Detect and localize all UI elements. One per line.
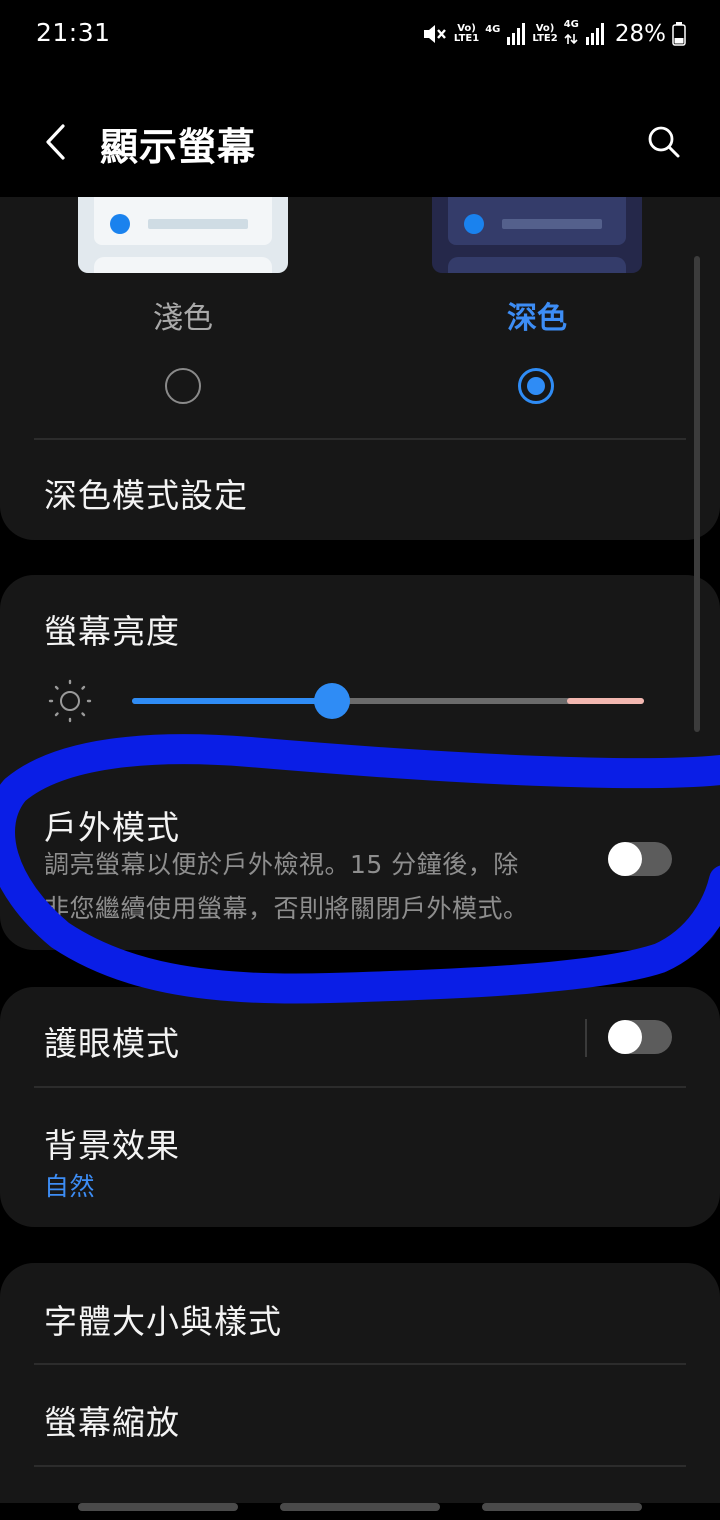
sun-icon [48, 679, 92, 723]
slider-extra-range [567, 698, 644, 704]
dark-theme-label: 深色 [507, 301, 567, 336]
dark-mode-settings-item[interactable]: 深色模式設定 [44, 469, 248, 517]
background-effect-title[interactable]: 背景效果 [44, 1119, 180, 1167]
page-title: 顯示螢幕 [100, 125, 257, 169]
signal-icon [507, 23, 526, 45]
search-icon [648, 126, 680, 158]
back-button[interactable] [30, 114, 80, 170]
brightness-title: 螢幕亮度 [44, 612, 180, 651]
search-button[interactable] [636, 114, 692, 170]
light-theme-label: 淺色 [153, 301, 213, 336]
outdoor-mode-toggle[interactable] [608, 842, 672, 876]
dark-theme-radio[interactable] [518, 368, 554, 404]
signal-icon [585, 23, 604, 45]
chevron-left-icon [46, 124, 65, 160]
outdoor-mode-title: 戶外模式 [44, 808, 180, 847]
sim1-volte: Vo) LTE1 [453, 23, 480, 44]
slider-fill [132, 698, 332, 704]
back-nav-button[interactable] [482, 1503, 642, 1511]
divider [34, 1363, 686, 1365]
status-time: 21:31 [36, 18, 111, 47]
slider-thumb[interactable] [313, 683, 350, 719]
sim2-volte: Vo) LTE2 [532, 23, 558, 44]
outdoor-mode-description: 調亮螢幕以便於戶外檢視。15 分鐘後，除 非您繼續使用螢幕，否則將關閉戶外模式。 [44, 850, 529, 923]
divider [34, 1465, 686, 1467]
dark-theme-preview[interactable] [432, 197, 642, 273]
light-theme-preview[interactable] [78, 197, 288, 273]
font-size-style-item[interactable]: 字體大小與樣式 [44, 1295, 282, 1343]
data-arrows-icon [564, 33, 578, 44]
battery-level: 28% [614, 21, 666, 47]
battery-icon [672, 22, 686, 46]
light-theme-radio[interactable] [165, 368, 201, 404]
eye-comfort-toggle[interactable] [608, 1020, 672, 1054]
screen-zoom-item[interactable]: 螢幕縮放 [44, 1396, 180, 1444]
eye-comfort-card: 護眼模式 背景效果 自然 [0, 987, 720, 1227]
scrollbar[interactable] [694, 256, 700, 732]
sim2-network: 4G [564, 19, 579, 49]
background-effect-value: 自然 [44, 1172, 96, 1201]
recents-button[interactable] [78, 1503, 238, 1511]
divider [34, 1086, 686, 1088]
font-card: 字體大小與樣式 螢幕縮放 [0, 1263, 720, 1503]
brightness-card: 螢幕亮度 戶外模式 調亮螢幕以便於戶外檢視。15 分鐘後，除 非您繼續使用螢幕，… [0, 575, 720, 950]
vertical-separator [585, 1019, 587, 1057]
theme-card: 淺色 深色 深色模式設定 [0, 197, 720, 540]
navigation-bar [0, 1500, 720, 1520]
eye-comfort-title[interactable]: 護眼模式 [44, 1017, 180, 1065]
app-header: 顯示螢幕 [0, 100, 720, 186]
brightness-slider[interactable] [132, 683, 644, 719]
divider [34, 438, 686, 440]
sim1-network: 4G [485, 23, 501, 35]
mute-icon [423, 25, 446, 43]
home-button[interactable] [280, 1503, 440, 1511]
status-bar: 21:31 Vo) LTE1 4G Vo) LTE2 4G 28% [0, 0, 720, 68]
status-icons: Vo) LTE1 4G Vo) LTE2 4G 28% [422, 16, 686, 52]
